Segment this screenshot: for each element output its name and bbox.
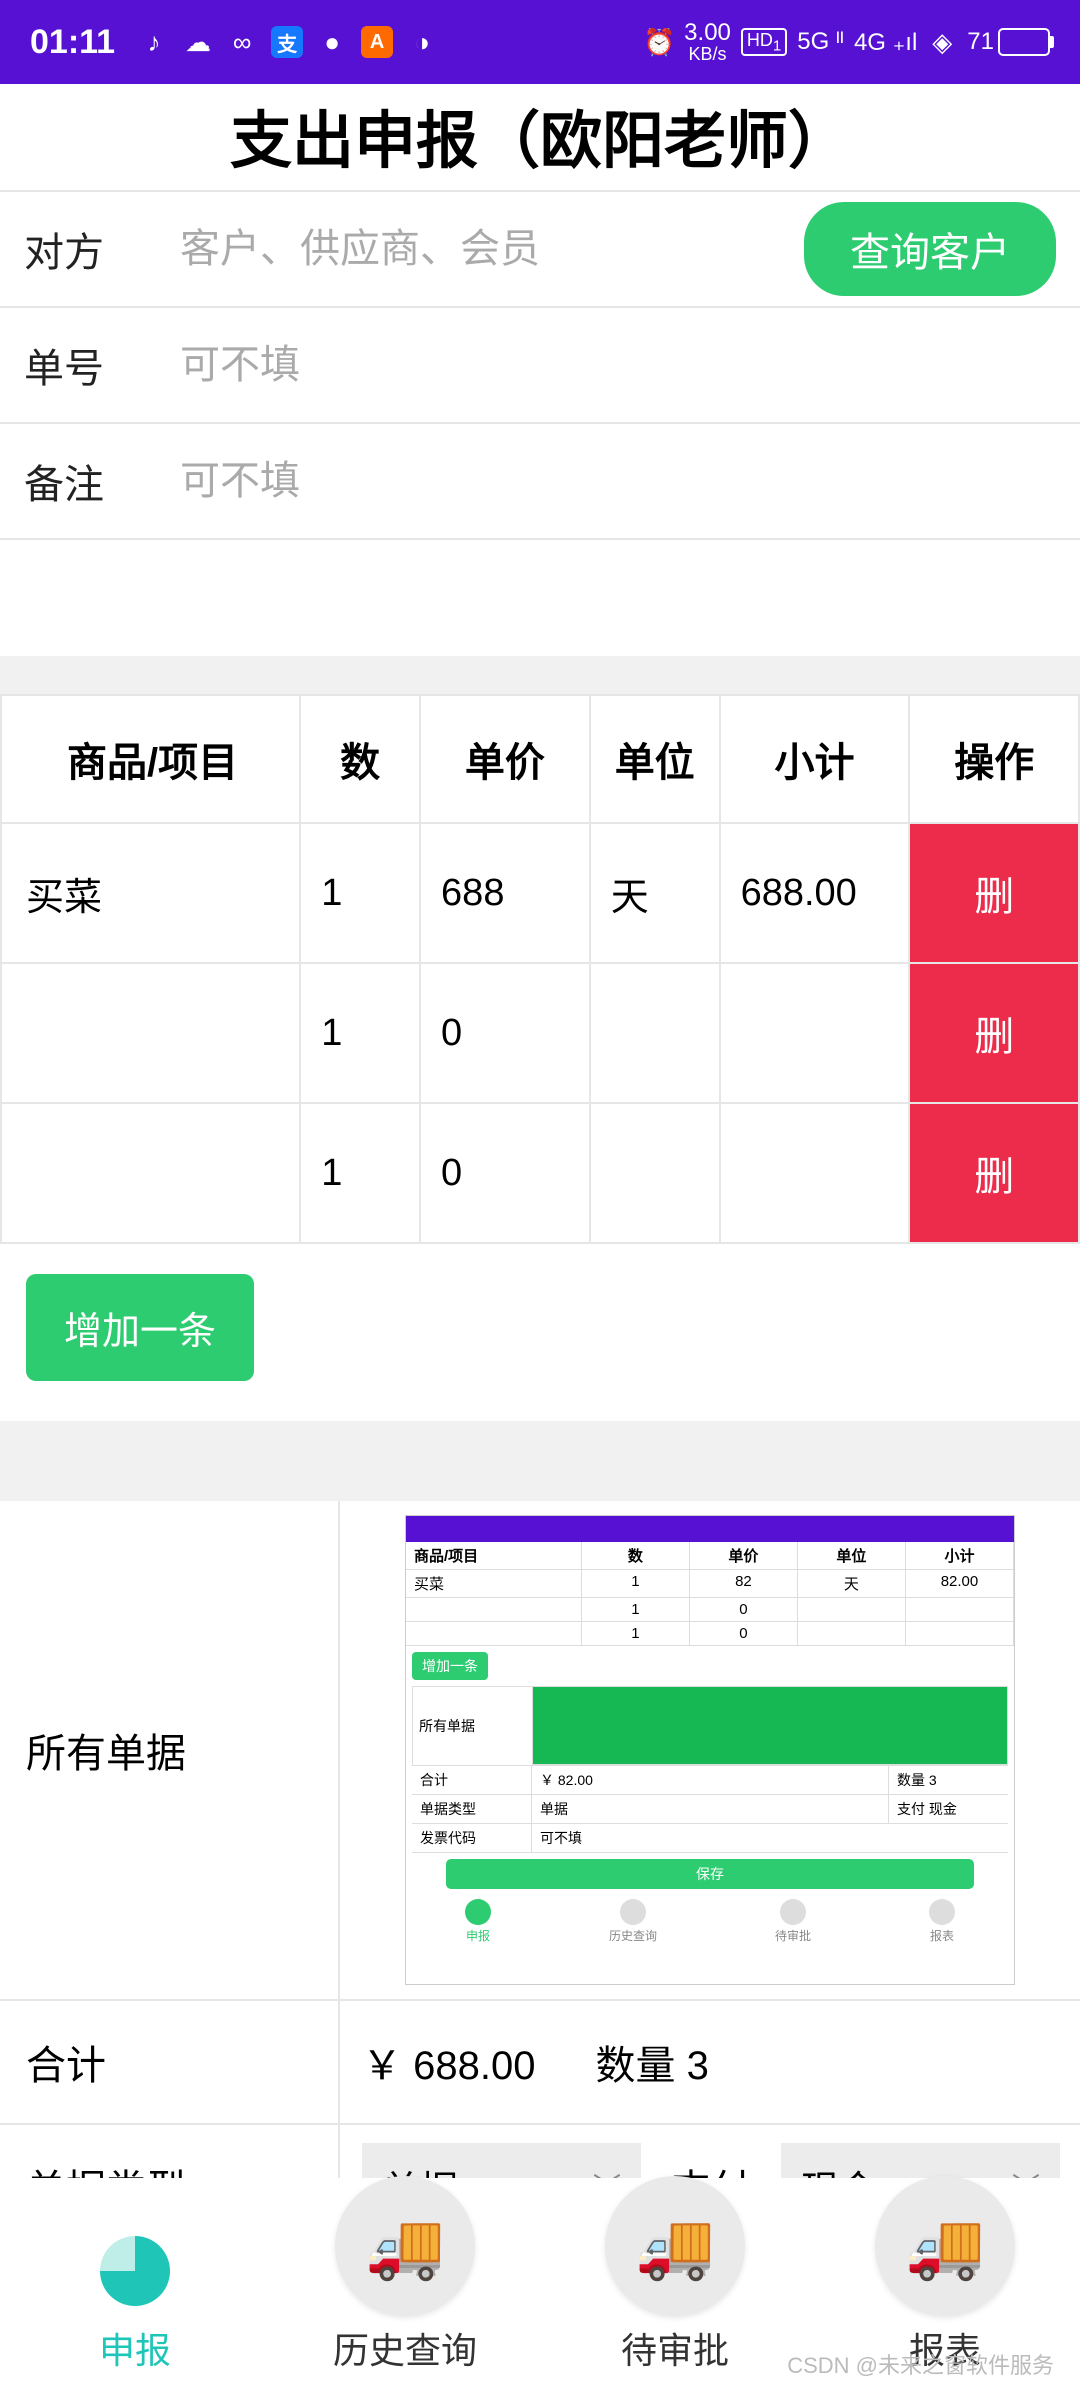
pie-chart-icon bbox=[100, 2236, 170, 2306]
form-row-party: 对方 查询客户 bbox=[0, 192, 1080, 308]
wechat-icon: ☁ bbox=[183, 27, 213, 57]
status-right: ⏰ 3.00 KB/s HD1 5G ᴵᴵ 4G ₊ıl ◈ 71 bbox=[644, 21, 1050, 63]
truck-icon: 🚚 bbox=[905, 2209, 985, 2284]
nav-declare[interactable]: 申报 bbox=[0, 2226, 270, 2374]
status-bar: 01:11 ♪ ☁ ∞ 支 ● A ◑ ⏰ 3.00 KB/s HD1 5G ᴵ… bbox=[0, 0, 1080, 84]
nav-pending[interactable]: 🚚 待审批 bbox=[540, 2176, 810, 2374]
total-row: 合计 ￥ 688.00 数量 3 bbox=[0, 2001, 1080, 2125]
net-4g: 4G ₊ıl bbox=[854, 28, 917, 57]
alarm-icon: ⏰ bbox=[644, 27, 674, 57]
cell-price[interactable]: 0 bbox=[420, 963, 590, 1103]
query-customer-button[interactable]: 查询客户 bbox=[804, 202, 1056, 296]
cell-qty[interactable]: 1 bbox=[300, 823, 420, 963]
th-qty: 数 bbox=[300, 695, 420, 823]
th-price: 单价 bbox=[420, 695, 590, 823]
chat-icon: ● bbox=[317, 27, 347, 57]
items-table-section: 商品/项目 数 单价 单位 小计 操作 买菜1688天688.00删10删10删… bbox=[0, 694, 1080, 1421]
th-unit: 单位 bbox=[590, 695, 720, 823]
watermark: CSDN @未来之窗软件服务 bbox=[787, 2348, 1054, 2380]
items-table: 商品/项目 数 单价 单位 小计 操作 买菜1688天688.00删10删10删 bbox=[0, 694, 1080, 1244]
alipay-icon: 支 bbox=[271, 26, 303, 58]
hd-icon: HD1 bbox=[741, 28, 787, 57]
cell-price[interactable]: 688 bbox=[420, 823, 590, 963]
total-amount: ￥ 688.00 bbox=[362, 2033, 535, 2091]
remark-label: 备注 bbox=[0, 452, 170, 510]
total-value-cell: ￥ 688.00 数量 3 bbox=[340, 2001, 1080, 2123]
form-section: 对方 查询客户 单号 备注 bbox=[0, 192, 1080, 656]
total-qty: 数量 3 bbox=[595, 2033, 708, 2091]
cell-qty[interactable]: 1 bbox=[300, 963, 420, 1103]
cell-subtotal bbox=[720, 963, 910, 1103]
form-row-order: 单号 bbox=[0, 308, 1080, 424]
th-item: 商品/项目 bbox=[1, 695, 300, 823]
nav-report[interactable]: 🚚 报表 bbox=[810, 2176, 1080, 2374]
wifi-icon: ◈ bbox=[927, 27, 957, 57]
table-header-row: 商品/项目 数 单价 单位 小计 操作 bbox=[1, 695, 1079, 823]
order-label: 单号 bbox=[0, 336, 170, 394]
form-row-remark: 备注 bbox=[0, 424, 1080, 540]
cell-op: 删 bbox=[909, 1103, 1079, 1243]
cell-subtotal: 688.00 bbox=[720, 823, 910, 963]
cell-unit[interactable]: 天 bbox=[590, 823, 720, 963]
music-icon: ♪ bbox=[139, 27, 169, 57]
app2-icon: ◑ bbox=[407, 27, 437, 57]
truck-icon: 🚚 bbox=[365, 2209, 445, 2284]
thumbnail-cell: 商品/项目数单价单位小计 买菜182天82.00 10 10 增加一条 所有单据… bbox=[340, 1501, 1080, 1999]
page-title: 支出申报（欧阳老师） bbox=[0, 84, 1080, 192]
table-row: 10 删 bbox=[1, 963, 1079, 1103]
delete-button[interactable]: 删 bbox=[910, 964, 1078, 1102]
cell-op: 删 bbox=[909, 823, 1079, 963]
app-icon: A bbox=[361, 26, 393, 58]
cell-unit[interactable] bbox=[590, 963, 720, 1103]
cloud-icon: ∞ bbox=[227, 27, 257, 57]
party-label: 对方 bbox=[0, 220, 170, 278]
cell-subtotal bbox=[720, 1103, 910, 1243]
cell-item[interactable]: 买菜 bbox=[1, 823, 300, 963]
table-row: 10 删 bbox=[1, 1103, 1079, 1243]
status-time: 01:11 bbox=[30, 23, 115, 62]
network-speed: 3.00 KB/s bbox=[684, 21, 731, 63]
delete-button[interactable]: 删 bbox=[910, 1104, 1078, 1242]
remark-input[interactable] bbox=[170, 429, 1080, 534]
summary-section: 所有单据 商品/项目数单价单位小计 买菜182天82.00 10 10 增加一条… bbox=[0, 1501, 1080, 2249]
cell-unit[interactable] bbox=[590, 1103, 720, 1243]
status-left: 01:11 ♪ ☁ ∞ 支 ● A ◑ bbox=[30, 23, 437, 62]
thumbnail-preview[interactable]: 商品/项目数单价单位小计 买菜182天82.00 10 10 增加一条 所有单据… bbox=[405, 1515, 1015, 1985]
th-op: 操作 bbox=[909, 695, 1079, 823]
cell-price[interactable]: 0 bbox=[420, 1103, 590, 1243]
cell-op: 删 bbox=[909, 963, 1079, 1103]
net-5g: 5G ᴵᴵ bbox=[797, 28, 844, 56]
nav-history[interactable]: 🚚 历史查询 bbox=[270, 2176, 540, 2374]
delete-button[interactable]: 删 bbox=[910, 824, 1078, 962]
truck-icon: 🚚 bbox=[635, 2209, 715, 2284]
form-trailing bbox=[0, 540, 1080, 656]
cell-qty[interactable]: 1 bbox=[300, 1103, 420, 1243]
total-label: 合计 bbox=[0, 2001, 340, 2123]
party-input[interactable] bbox=[170, 197, 794, 302]
table-row: 买菜1688天688.00删 bbox=[1, 823, 1079, 963]
add-row-button[interactable]: 增加一条 bbox=[26, 1274, 254, 1381]
battery: 71 bbox=[967, 28, 1050, 56]
cell-item[interactable] bbox=[1, 1103, 300, 1243]
cell-item[interactable] bbox=[1, 963, 300, 1103]
all-docs-row: 所有单据 商品/项目数单价单位小计 买菜182天82.00 10 10 增加一条… bbox=[0, 1501, 1080, 2001]
th-subtotal: 小计 bbox=[720, 695, 910, 823]
all-docs-label: 所有单据 bbox=[0, 1501, 340, 1999]
order-input[interactable] bbox=[170, 313, 1080, 418]
